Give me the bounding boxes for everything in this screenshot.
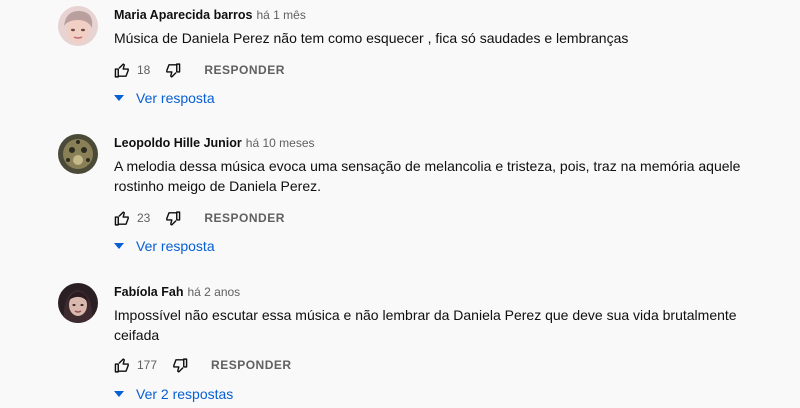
author-name[interactable]: Fabíola Fah bbox=[114, 285, 183, 299]
caret-down-icon bbox=[110, 391, 128, 397]
reply-button[interactable]: RESPONDER bbox=[204, 211, 285, 225]
view-replies-button[interactable]: Ver 2 respostas bbox=[110, 384, 233, 404]
comment-actions: 177 RESPONDER bbox=[112, 353, 292, 377]
view-replies-button[interactable]: Ver resposta bbox=[110, 88, 215, 108]
view-replies-button[interactable]: Ver resposta bbox=[110, 236, 215, 256]
thumbs-up-icon[interactable] bbox=[112, 355, 132, 375]
like-count: 23 bbox=[137, 211, 151, 225]
comment-text: Música de Daniela Perez não tem como esq… bbox=[114, 30, 629, 46]
avatar[interactable] bbox=[58, 134, 98, 174]
view-replies-label: Ver resposta bbox=[136, 90, 215, 106]
comments-section: Maria Aparecida barros há 1 mês Música de… bbox=[0, 0, 800, 408]
thumbs-down-icon[interactable] bbox=[169, 355, 189, 375]
reply-button[interactable]: RESPONDER bbox=[204, 63, 285, 77]
comment-header: Maria Aparecida barros há 1 mês bbox=[114, 6, 306, 24]
view-replies-label: Ver 2 respostas bbox=[136, 386, 234, 402]
comment-timestamp[interactable]: há 1 mês bbox=[256, 8, 305, 22]
comment-timestamp[interactable]: há 10 meses bbox=[246, 136, 315, 150]
like-count: 177 bbox=[137, 358, 158, 372]
comment-header: Fabíola Fah há 2 anos bbox=[114, 283, 240, 301]
comment-actions: 23 RESPONDER bbox=[112, 206, 285, 230]
thumbs-down-icon[interactable] bbox=[162, 208, 182, 228]
like-count: 18 bbox=[137, 63, 151, 77]
comment-text: Impossível não escutar essa música e não… bbox=[114, 307, 737, 343]
author-name[interactable]: Maria Aparecida barros bbox=[114, 8, 252, 22]
thumbs-up-icon[interactable] bbox=[112, 208, 132, 228]
author-name[interactable]: Leopoldo Hille Junior bbox=[114, 136, 242, 150]
caret-down-icon bbox=[110, 95, 128, 101]
comment-actions: 18 RESPONDER bbox=[112, 58, 285, 82]
comment-text: A melodia dessa música evoca uma sensaçã… bbox=[114, 158, 741, 194]
reply-button[interactable]: RESPONDER bbox=[211, 358, 292, 372]
view-replies-label: Ver resposta bbox=[136, 238, 215, 254]
comment-header: Leopoldo Hille Junior há 10 meses bbox=[114, 134, 315, 152]
comment-timestamp[interactable]: há 2 anos bbox=[187, 285, 240, 299]
thumbs-down-icon[interactable] bbox=[162, 60, 182, 80]
avatar[interactable] bbox=[58, 283, 98, 323]
caret-down-icon bbox=[110, 243, 128, 249]
avatar[interactable] bbox=[58, 6, 98, 46]
thumbs-up-icon[interactable] bbox=[112, 60, 132, 80]
